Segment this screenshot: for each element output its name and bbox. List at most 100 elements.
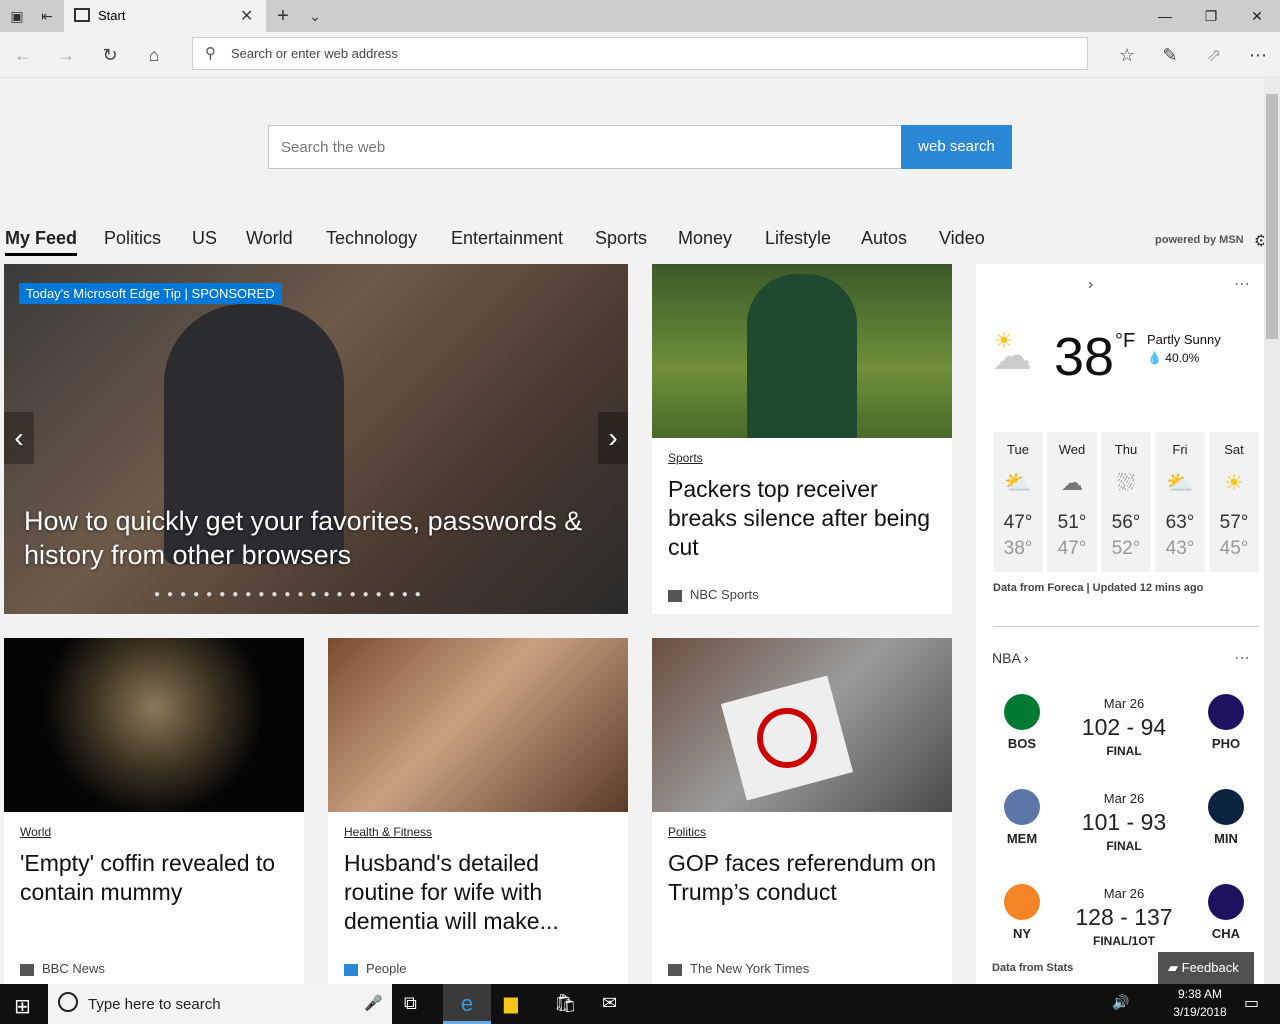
- sponsored-badge: Today's Microsoft Edge Tip | SPONSORED: [19, 283, 282, 304]
- card-headline[interactable]: Packers top receiver breaks silence afte…: [668, 475, 938, 562]
- gear-icon[interactable]: ⚙: [1254, 231, 1264, 251]
- card-headline[interactable]: 'Empty' coffin revealed to contain mummy: [20, 849, 290, 907]
- clock-time[interactable]: 9:38 AM: [1160, 987, 1240, 1001]
- set-aside-tabs-icon[interactable]: ⇤: [38, 7, 56, 25]
- tab-world[interactable]: World: [246, 228, 293, 249]
- game-status: FINAL/1OT: [1093, 934, 1155, 948]
- news-card[interactable]: Politics GOP faces referendum on Trump’s…: [652, 638, 952, 984]
- close-icon[interactable]: ✕: [1234, 0, 1280, 32]
- card-category[interactable]: Health & Fitness: [344, 825, 432, 839]
- forecast-day[interactable]: Wed ☁ 51° 47°: [1047, 432, 1097, 572]
- store-icon[interactable]: 🛍: [554, 993, 577, 1014]
- carousel-next-icon[interactable]: ›: [598, 412, 628, 464]
- hero-headline[interactable]: How to quickly get your favorites, passw…: [24, 504, 604, 572]
- file-explorer-icon[interactable]: ▆: [504, 993, 518, 1014]
- taskbar-search[interactable]: Type here to search 🎤: [48, 984, 392, 1024]
- chevron-right-icon[interactable]: ›: [1088, 276, 1093, 294]
- card-headline[interactable]: GOP faces referendum on Trump’s conduct: [668, 849, 948, 907]
- address-bar[interactable]: ⚲ Search or enter web address: [192, 37, 1088, 70]
- weather-more-icon[interactable]: ⋯: [1234, 274, 1250, 294]
- hero-carousel[interactable]: Today's Microsoft Edge Tip | SPONSORED ‹…: [4, 264, 628, 614]
- partly-sunny-icon: ⛅: [1166, 470, 1194, 495]
- plus-icon[interactable]: +: [274, 6, 292, 26]
- source-logo-icon: [668, 589, 682, 602]
- card-category[interactable]: World: [20, 825, 51, 839]
- tab-lifestyle[interactable]: Lifestyle: [765, 228, 831, 249]
- tab-title: Start: [98, 8, 126, 23]
- card-category[interactable]: Politics: [668, 825, 706, 839]
- mail-icon[interactable]: ✉: [602, 993, 617, 1014]
- forward-icon[interactable]: →: [51, 40, 81, 70]
- news-card[interactable]: Sports Packers top receiver breaks silen…: [652, 264, 952, 614]
- microphone-icon[interactable]: 🎤: [364, 994, 383, 1012]
- clock-date[interactable]: 3/19/2018: [1160, 1005, 1240, 1019]
- close-tab-icon[interactable]: ✕: [240, 6, 253, 26]
- action-center-icon[interactable]: ▭: [1244, 993, 1259, 1013]
- tab-autos[interactable]: Autos: [861, 228, 907, 249]
- web-search-button[interactable]: web search: [901, 125, 1012, 169]
- tab-entertainment[interactable]: Entertainment: [451, 228, 563, 249]
- tab-us[interactable]: US: [192, 228, 217, 249]
- back-icon[interactable]: ←: [8, 40, 38, 70]
- forecast-day[interactable]: Sat ☀ 57° 45°: [1209, 432, 1259, 572]
- tab-actions-icon[interactable]: ▣: [8, 7, 26, 25]
- game-score: 102 - 94: [1081, 714, 1167, 740]
- news-card[interactable]: World 'Empty' coffin revealed to contain…: [4, 638, 304, 984]
- tab-start[interactable]: Start ✕: [64, 0, 266, 32]
- nba-title[interactable]: NBA ›: [992, 650, 1029, 666]
- info-panel: › ⋯ ☁ ☀ 38 °F Partly Sunny 💧 40.0% Tue ⛅ 4…: [976, 264, 1264, 984]
- game-date: Mar 26: [1103, 791, 1145, 806]
- card-source: BBC News: [20, 961, 105, 976]
- source-logo-icon: [344, 963, 358, 976]
- game-row[interactable]: BOS Mar 26 102 - 94 FINAL PHO: [976, 688, 1264, 778]
- team-logo-icon: [1004, 789, 1040, 825]
- nba-more-icon[interactable]: ⋯: [1234, 648, 1250, 668]
- card-category[interactable]: Sports: [668, 451, 703, 465]
- news-image: [652, 638, 952, 812]
- share-icon[interactable]: ⇗: [1199, 40, 1229, 70]
- forecast-day[interactable]: Fri ⛅ 63° 43°: [1155, 432, 1205, 572]
- feedback-button[interactable]: ▰ Feedback: [1158, 952, 1254, 984]
- refresh-icon[interactable]: ↻: [95, 40, 125, 70]
- pen-icon[interactable]: ✎: [1155, 40, 1185, 70]
- edge-icon[interactable]: e: [443, 984, 491, 1024]
- team-logo-icon: [1004, 884, 1040, 920]
- day-name: Fri: [1172, 442, 1188, 457]
- forecast-day[interactable]: Tue ⛅ 47° 38°: [993, 432, 1043, 572]
- windows-start-icon[interactable]: ⊞: [14, 994, 31, 1019]
- day-low: 43°: [1165, 538, 1195, 559]
- team-logo-icon: [1208, 884, 1244, 920]
- nba-credit[interactable]: Data from Stats: [992, 962, 1073, 974]
- tab-money[interactable]: Money: [678, 228, 732, 249]
- home-icon[interactable]: ⌂: [139, 40, 169, 70]
- day-name: Wed: [1058, 442, 1086, 457]
- tab-my-feed[interactable]: My Feed: [5, 228, 78, 256]
- team-logo-icon: [1004, 694, 1040, 730]
- carousel-dots[interactable]: ●●●●●●●●●●●●●●●●●●●●●: [154, 589, 428, 600]
- source-name: BBC News: [42, 961, 105, 976]
- news-image: [328, 638, 628, 812]
- volume-icon[interactable]: 🔊: [1112, 994, 1129, 1011]
- task-view-icon[interactable]: ⧉: [404, 993, 417, 1014]
- weather-credit[interactable]: Data from Foreca | Updated 12 mins ago: [993, 582, 1203, 594]
- chevron-down-icon[interactable]: ⌄: [306, 7, 324, 25]
- scrollbar-thumb[interactable]: [1266, 94, 1278, 339]
- more-icon[interactable]: ⋯: [1243, 40, 1273, 70]
- tab-technology[interactable]: Technology: [326, 228, 417, 249]
- forecast-day[interactable]: Thu ⛆ 56° 52°: [1101, 432, 1151, 572]
- chat-icon: ▰: [1168, 960, 1178, 975]
- favorites-icon[interactable]: ☆: [1112, 40, 1142, 70]
- minimize-icon[interactable]: —: [1142, 0, 1188, 32]
- source-name: NBC Sports: [690, 587, 759, 602]
- tab-politics[interactable]: Politics: [104, 228, 161, 249]
- tab-sports[interactable]: Sports: [595, 228, 647, 249]
- restore-icon[interactable]: ❐: [1188, 0, 1234, 32]
- team-abbr: CHA: [1211, 926, 1241, 941]
- game-row[interactable]: MEM Mar 26 101 - 93 FINAL MIN: [976, 783, 1264, 873]
- news-card[interactable]: Health & Fitness Husband's detailed rout…: [328, 638, 628, 984]
- tab-video[interactable]: Video: [939, 228, 985, 249]
- temp-unit: °F: [1115, 330, 1136, 352]
- card-headline[interactable]: Husband's detailed routine for wife with…: [344, 849, 614, 936]
- carousel-prev-icon[interactable]: ‹: [4, 412, 34, 464]
- web-search-input[interactable]: Search the web: [268, 125, 902, 169]
